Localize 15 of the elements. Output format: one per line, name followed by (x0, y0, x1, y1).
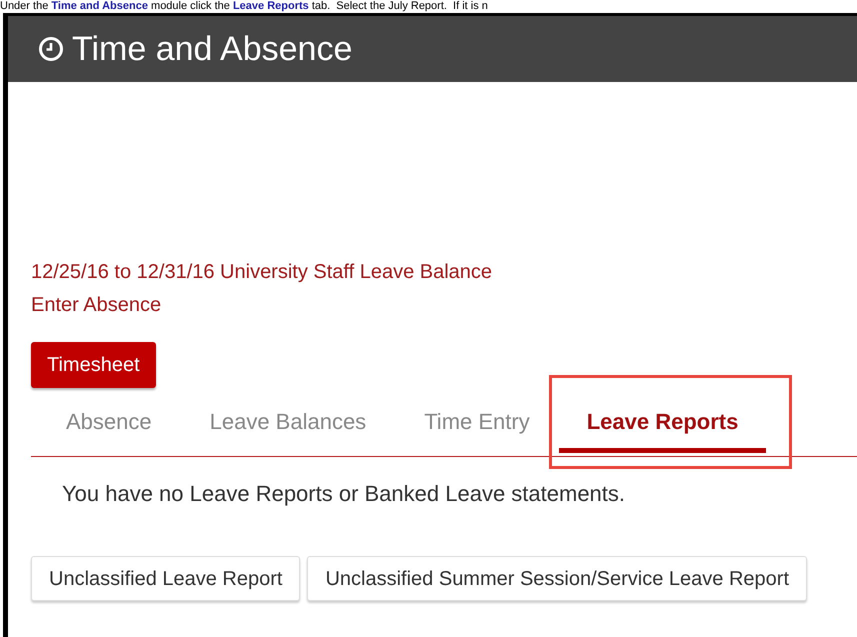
tab[interactable]: Absence (37, 395, 181, 453)
report-button[interactable]: Unclassified Summer Session/Service Leave Report (307, 556, 808, 601)
empty-message: You have no Leave Reports or Banked Leave statements. (62, 481, 626, 507)
tab[interactable]: Time Entry (395, 395, 559, 453)
clock-icon (38, 36, 64, 62)
tab[interactable]: Leave Balances (180, 395, 396, 453)
instruction-link[interactable]: Time and Absence (51, 0, 148, 12)
enter-absence-link[interactable]: Enter Absence (31, 293, 162, 317)
report-button[interactable]: Unclassified Leave Report (31, 556, 300, 601)
instruction-link[interactable]: Leave Reports (232, 0, 309, 12)
leave-balance-link[interactable]: 12/25/16 to 12/31/16 University Staff Leave Balance (31, 260, 492, 284)
timesheet-button[interactable]: Timesheet (31, 342, 156, 388)
window-title: Time and Absence (72, 28, 352, 70)
instruction-text: Under the Time and Absence module click the Leave Reports tab. Select the July Report. If it is n (0, 0, 488, 12)
tab[interactable]: Leave Reports (558, 395, 766, 453)
